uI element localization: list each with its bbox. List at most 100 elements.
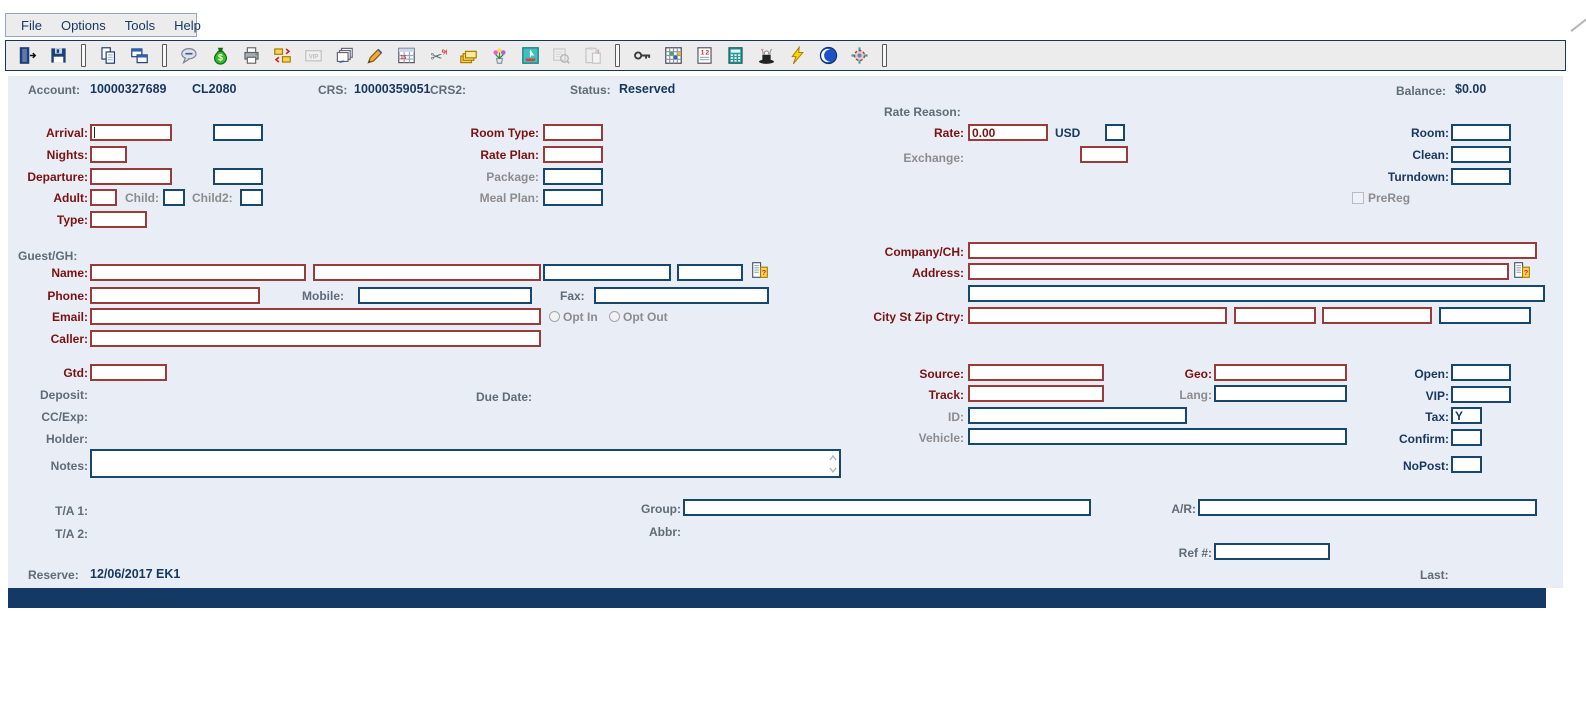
copy-icon[interactable]: [97, 44, 121, 68]
arrival-input[interactable]: [90, 124, 172, 141]
departure-input[interactable]: [90, 168, 172, 185]
open-input[interactable]: [1451, 364, 1511, 381]
last-name-input[interactable]: [90, 264, 306, 281]
magic-hat-icon[interactable]: [755, 44, 779, 68]
rate-plan-input[interactable]: [543, 146, 603, 163]
child-input[interactable]: [163, 189, 185, 206]
lightning-icon[interactable]: [786, 44, 810, 68]
zip-input[interactable]: [1322, 307, 1432, 324]
comment-icon[interactable]: [178, 44, 202, 68]
city-state-zip-label: City St Zip Ctry:: [820, 310, 964, 324]
ar-input[interactable]: [1198, 499, 1537, 516]
type-label: Type:: [8, 213, 88, 227]
menu-item-file[interactable]: File: [12, 18, 52, 33]
menu-item-options[interactable]: Options: [52, 18, 116, 33]
ref-input[interactable]: [1214, 543, 1330, 560]
confirm-input[interactable]: [1451, 429, 1482, 446]
pen-icon[interactable]: [364, 44, 388, 68]
toolbar-separator: [882, 44, 887, 67]
group-label: Group:: [600, 502, 681, 516]
tax-input[interactable]: [1451, 407, 1482, 424]
availability-grid-icon[interactable]: [662, 44, 686, 68]
caller-label: Caller:: [8, 332, 88, 346]
id-input[interactable]: [968, 407, 1187, 424]
guest-section-label: Guest/GH:: [18, 249, 77, 263]
rate-input[interactable]: [968, 124, 1048, 141]
geo-input[interactable]: [1214, 364, 1347, 381]
address-input[interactable]: [968, 263, 1509, 280]
mobile-input[interactable]: [358, 287, 532, 304]
state-input[interactable]: [1234, 307, 1316, 324]
flowers-icon[interactable]: [488, 44, 512, 68]
gtd-input[interactable]: [90, 364, 167, 381]
title-input[interactable]: [677, 264, 743, 281]
lang-input[interactable]: [1214, 385, 1347, 402]
name-extra-input[interactable]: [543, 264, 671, 281]
opt-out-radio[interactable]: [609, 311, 620, 322]
caller-input[interactable]: [90, 330, 541, 347]
departure-day-input[interactable]: [213, 168, 263, 185]
prereg-checkbox[interactable]: [1352, 192, 1364, 204]
track-input[interactable]: [968, 385, 1104, 402]
guest-directory-lookup-icon[interactable]: ?: [751, 261, 769, 279]
nopost-input[interactable]: [1451, 456, 1482, 473]
nights-input[interactable]: [90, 146, 127, 163]
company-input[interactable]: [968, 242, 1537, 259]
money-bag-icon[interactable]: $: [209, 44, 233, 68]
discount-icon[interactable]: ✂%: [426, 44, 450, 68]
cascade-windows-icon[interactable]: [128, 44, 152, 68]
cc-exp-label: CC/Exp:: [8, 410, 88, 424]
picture-icon[interactable]: [519, 44, 543, 68]
currency-checkbox[interactable]: [1105, 124, 1125, 141]
print-icon[interactable]: [240, 44, 264, 68]
notes-scroll-arrows[interactable]: [828, 451, 838, 476]
child-label: Child:: [125, 191, 159, 205]
room-input[interactable]: [1451, 124, 1511, 141]
vip-input[interactable]: [1451, 386, 1511, 403]
vip-card-icon[interactable]: VIP: [302, 44, 326, 68]
exit-door-icon[interactable]: [16, 44, 40, 68]
compass-target-icon[interactable]: [848, 44, 872, 68]
company-label: Company/CH:: [860, 245, 964, 259]
holder-label: Holder:: [8, 432, 88, 446]
exchange-input[interactable]: [1080, 146, 1128, 163]
folder-transfer-icon[interactable]: [271, 44, 295, 68]
paste-icon[interactable]: [581, 44, 605, 68]
room-type-input[interactable]: [543, 124, 603, 141]
country-input[interactable]: [1439, 307, 1531, 324]
document-stack-icon[interactable]: [333, 44, 357, 68]
address2-input[interactable]: [968, 285, 1545, 302]
notes-textarea[interactable]: [90, 449, 841, 478]
arrival-day-input[interactable]: [213, 124, 263, 141]
refresh-moon-icon[interactable]: [817, 44, 841, 68]
opt-in-radio[interactable]: [549, 311, 560, 322]
folder-stack-icon[interactable]: [457, 44, 481, 68]
status-label: Status:: [570, 83, 611, 97]
vehicle-input[interactable]: [968, 428, 1347, 445]
meal-plan-input[interactable]: [543, 189, 603, 206]
adult-input[interactable]: [90, 189, 117, 206]
schedule-icon[interactable]: 15: [395, 44, 419, 68]
source-input[interactable]: [968, 364, 1104, 381]
clean-input[interactable]: [1451, 146, 1511, 163]
phone-input[interactable]: [90, 287, 260, 304]
vip-label: VIP:: [1330, 389, 1449, 403]
child2-input[interactable]: [240, 189, 263, 206]
address-directory-lookup-icon[interactable]: ?: [1513, 261, 1531, 279]
email-input[interactable]: [90, 308, 541, 325]
first-name-input[interactable]: [313, 264, 541, 281]
type-input[interactable]: [90, 211, 147, 228]
fax-input[interactable]: [594, 287, 769, 304]
key-icon[interactable]: [631, 44, 655, 68]
index-book-icon[interactable]: 12: [693, 44, 717, 68]
calculator-icon[interactable]: [724, 44, 748, 68]
menu-item-tools[interactable]: Tools: [116, 18, 165, 33]
menu-item-help[interactable]: Help: [165, 18, 211, 33]
save-icon[interactable]: [47, 44, 71, 68]
city-input[interactable]: [968, 307, 1227, 324]
rate-plan-label: Rate Plan:: [420, 148, 539, 162]
turndown-input[interactable]: [1451, 168, 1511, 185]
package-input[interactable]: [543, 168, 603, 185]
search-icon[interactable]: [550, 44, 574, 68]
group-input[interactable]: [683, 499, 1091, 516]
